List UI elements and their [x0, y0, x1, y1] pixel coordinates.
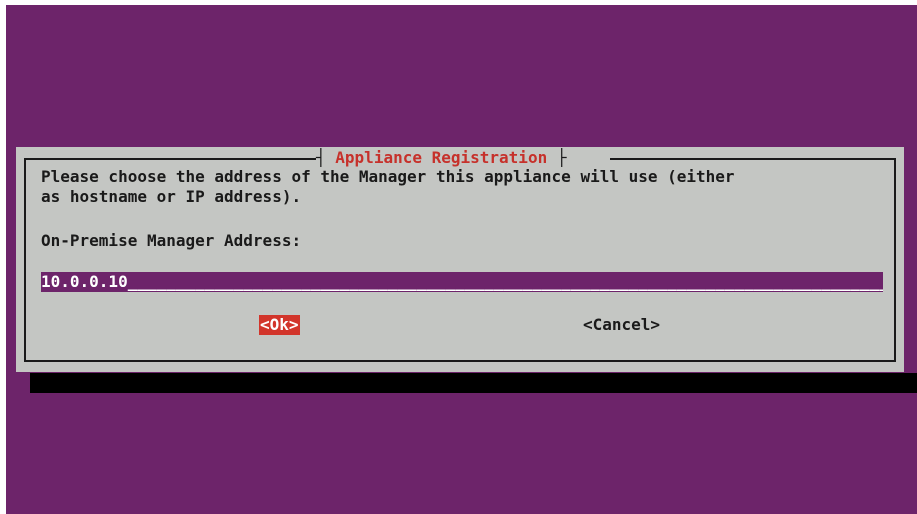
ok-button[interactable]: <Ok> [259, 315, 300, 335]
dialog-frame-top-left [24, 158, 316, 160]
dialog-title-text: Appliance Registration [335, 148, 548, 167]
manager-address-input[interactable]: 10.0.0.10_______________________________… [41, 272, 883, 292]
dialog-title: ┤ Appliance Registration ├ [316, 147, 566, 169]
dialog-shadow [30, 373, 917, 393]
dialog-message: Please choose the address of the Manager… [41, 167, 735, 206]
dialog-frame-top-right [610, 158, 894, 160]
manager-address-value: 10.0.0.10 [41, 272, 128, 291]
registration-dialog: ┤ Appliance Registration ├ Please choose… [16, 147, 904, 372]
input-fill: ________________________________________… [127, 272, 883, 291]
title-bracket-right: ├ [556, 148, 567, 167]
manager-address-label: On-Premise Manager Address: [41, 231, 302, 250]
cancel-button[interactable]: <Cancel> [583, 315, 660, 335]
terminal-screen: ┤ Appliance Registration ├ Please choose… [6, 5, 917, 514]
title-bracket-left: ┤ [316, 148, 326, 167]
